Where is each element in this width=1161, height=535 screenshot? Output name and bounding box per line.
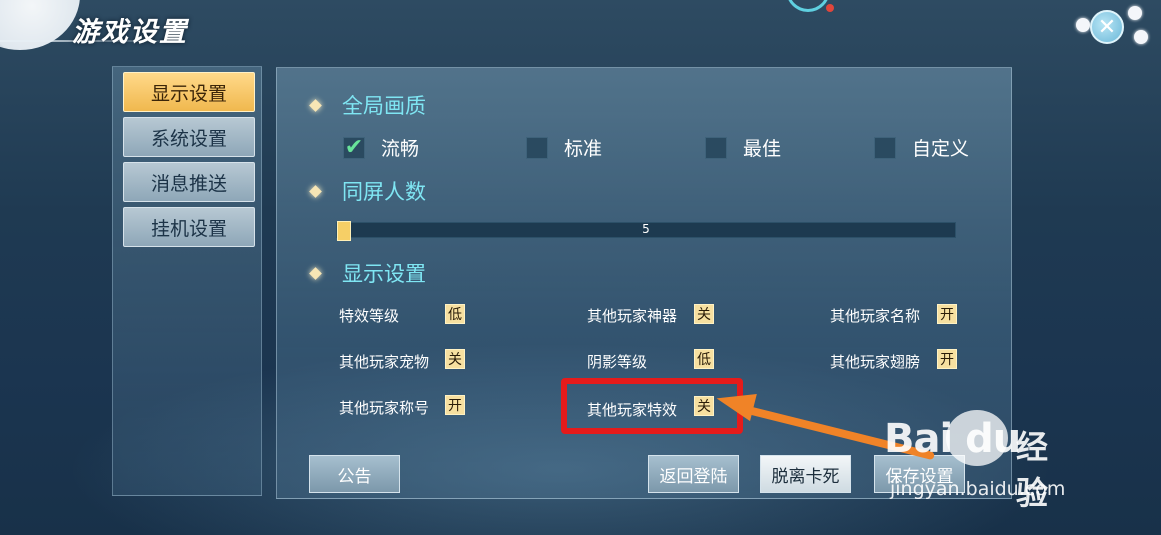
toggle-shadow-level[interactable]: 低 — [694, 349, 714, 369]
close-button[interactable]: ✕ — [1090, 10, 1124, 44]
player-count-heading: 同屏人数 — [309, 176, 426, 206]
option-label: 其他玩家神器 — [587, 307, 678, 325]
paw-icon — [946, 410, 1008, 466]
section-title: 全局画质 — [342, 94, 426, 118]
option-label: 其他玩家宠物 — [339, 353, 430, 371]
sidebar-item-system[interactable]: 系统设置 — [123, 117, 255, 157]
toggle-effect-level[interactable]: 低 — [445, 304, 465, 324]
option-label: 自定义 — [912, 138, 970, 160]
option-label: 特效等级 — [339, 307, 400, 325]
unstuck-button[interactable]: 脱离卡死 — [760, 455, 851, 493]
notification-dot — [826, 4, 834, 12]
diamond-icon — [309, 266, 322, 280]
option-other-pet: 其他玩家宠物 — [339, 351, 429, 372]
option-shadow-level: 阴影等级 — [587, 351, 647, 372]
checkbox[interactable] — [526, 136, 548, 159]
diamond-icon — [309, 184, 322, 198]
option-other-artifact: 其他玩家神器 — [587, 305, 677, 326]
page-title: 游戏设置 — [72, 17, 188, 48]
top-ring-decoration — [786, 0, 830, 12]
quality-option-custom[interactable]: 自定义 — [874, 134, 969, 161]
option-label: 阴影等级 — [587, 353, 648, 371]
settings-sidebar: 显示设置 系统设置 消息推送 挂机设置 — [112, 66, 262, 496]
toggle-other-pet[interactable]: 关 — [445, 349, 465, 369]
button-label: 脱离卡死 — [771, 466, 840, 487]
moon-decoration — [0, 0, 80, 50]
option-label: 其他玩家名称 — [830, 307, 921, 325]
button-label: 返回登陆 — [659, 466, 728, 487]
slider-value: 5 — [642, 222, 650, 236]
quality-option-best[interactable]: 最佳 — [705, 134, 781, 161]
quality-option-smooth[interactable]: ✔ 流畅 — [343, 134, 419, 161]
toggle-other-artifact[interactable]: 关 — [694, 304, 714, 324]
sidebar-item-label: 挂机设置 — [150, 217, 227, 240]
return-login-button[interactable]: 返回登陆 — [648, 455, 739, 493]
toggle-other-wings[interactable]: 开 — [937, 349, 957, 369]
sidebar-item-label: 显示设置 — [150, 82, 227, 105]
sidebar-item-label: 消息推送 — [150, 172, 227, 195]
display-heading: 显示设置 — [309, 258, 426, 288]
option-effect-level: 特效等级 — [339, 305, 399, 326]
sidebar-item-label: 系统设置 — [150, 127, 227, 150]
option-other-wings: 其他玩家翅膀 — [830, 351, 920, 372]
section-title: 同屏人数 — [342, 180, 426, 204]
option-label: 流畅 — [381, 138, 420, 160]
option-label: 最佳 — [743, 138, 782, 160]
option-label: 其他玩家翅膀 — [830, 353, 921, 371]
watermark-url: jingyan.baidu.com — [890, 478, 1066, 500]
quality-heading: 全局画质 — [309, 90, 426, 120]
checkbox[interactable] — [705, 136, 727, 159]
section-title: 显示设置 — [342, 262, 426, 286]
sidebar-item-display[interactable]: 显示设置 — [123, 72, 255, 112]
checkmark-icon: ✔ — [344, 135, 364, 160]
close-icon: ✕ — [1097, 14, 1117, 40]
toggle-other-name[interactable]: 开 — [937, 304, 957, 324]
option-label: 标准 — [564, 138, 603, 160]
blossom-decoration — [1134, 30, 1148, 44]
quality-option-standard[interactable]: 标准 — [526, 134, 602, 161]
diamond-icon — [309, 98, 322, 112]
toggle-other-title[interactable]: 开 — [445, 395, 465, 415]
sidebar-item-idle[interactable]: 挂机设置 — [123, 207, 255, 247]
option-other-title: 其他玩家称号 — [339, 397, 429, 418]
checkbox[interactable] — [874, 136, 896, 159]
blossom-decoration — [1128, 6, 1142, 20]
announcement-button[interactable]: 公告 — [309, 455, 400, 493]
blossom-decoration — [1076, 18, 1090, 32]
button-label: 公告 — [337, 466, 372, 487]
option-label: 其他玩家称号 — [339, 399, 430, 417]
player-count-slider[interactable]: 5 — [336, 221, 956, 241]
checkbox[interactable]: ✔ — [343, 135, 365, 160]
option-other-name: 其他玩家名称 — [830, 305, 920, 326]
watermark-jingyan: 经验 — [1016, 428, 1049, 512]
sidebar-item-push[interactable]: 消息推送 — [123, 162, 255, 202]
baidu-watermark: Bai du 经验 jingyan.baidu.com — [884, 410, 1065, 512]
